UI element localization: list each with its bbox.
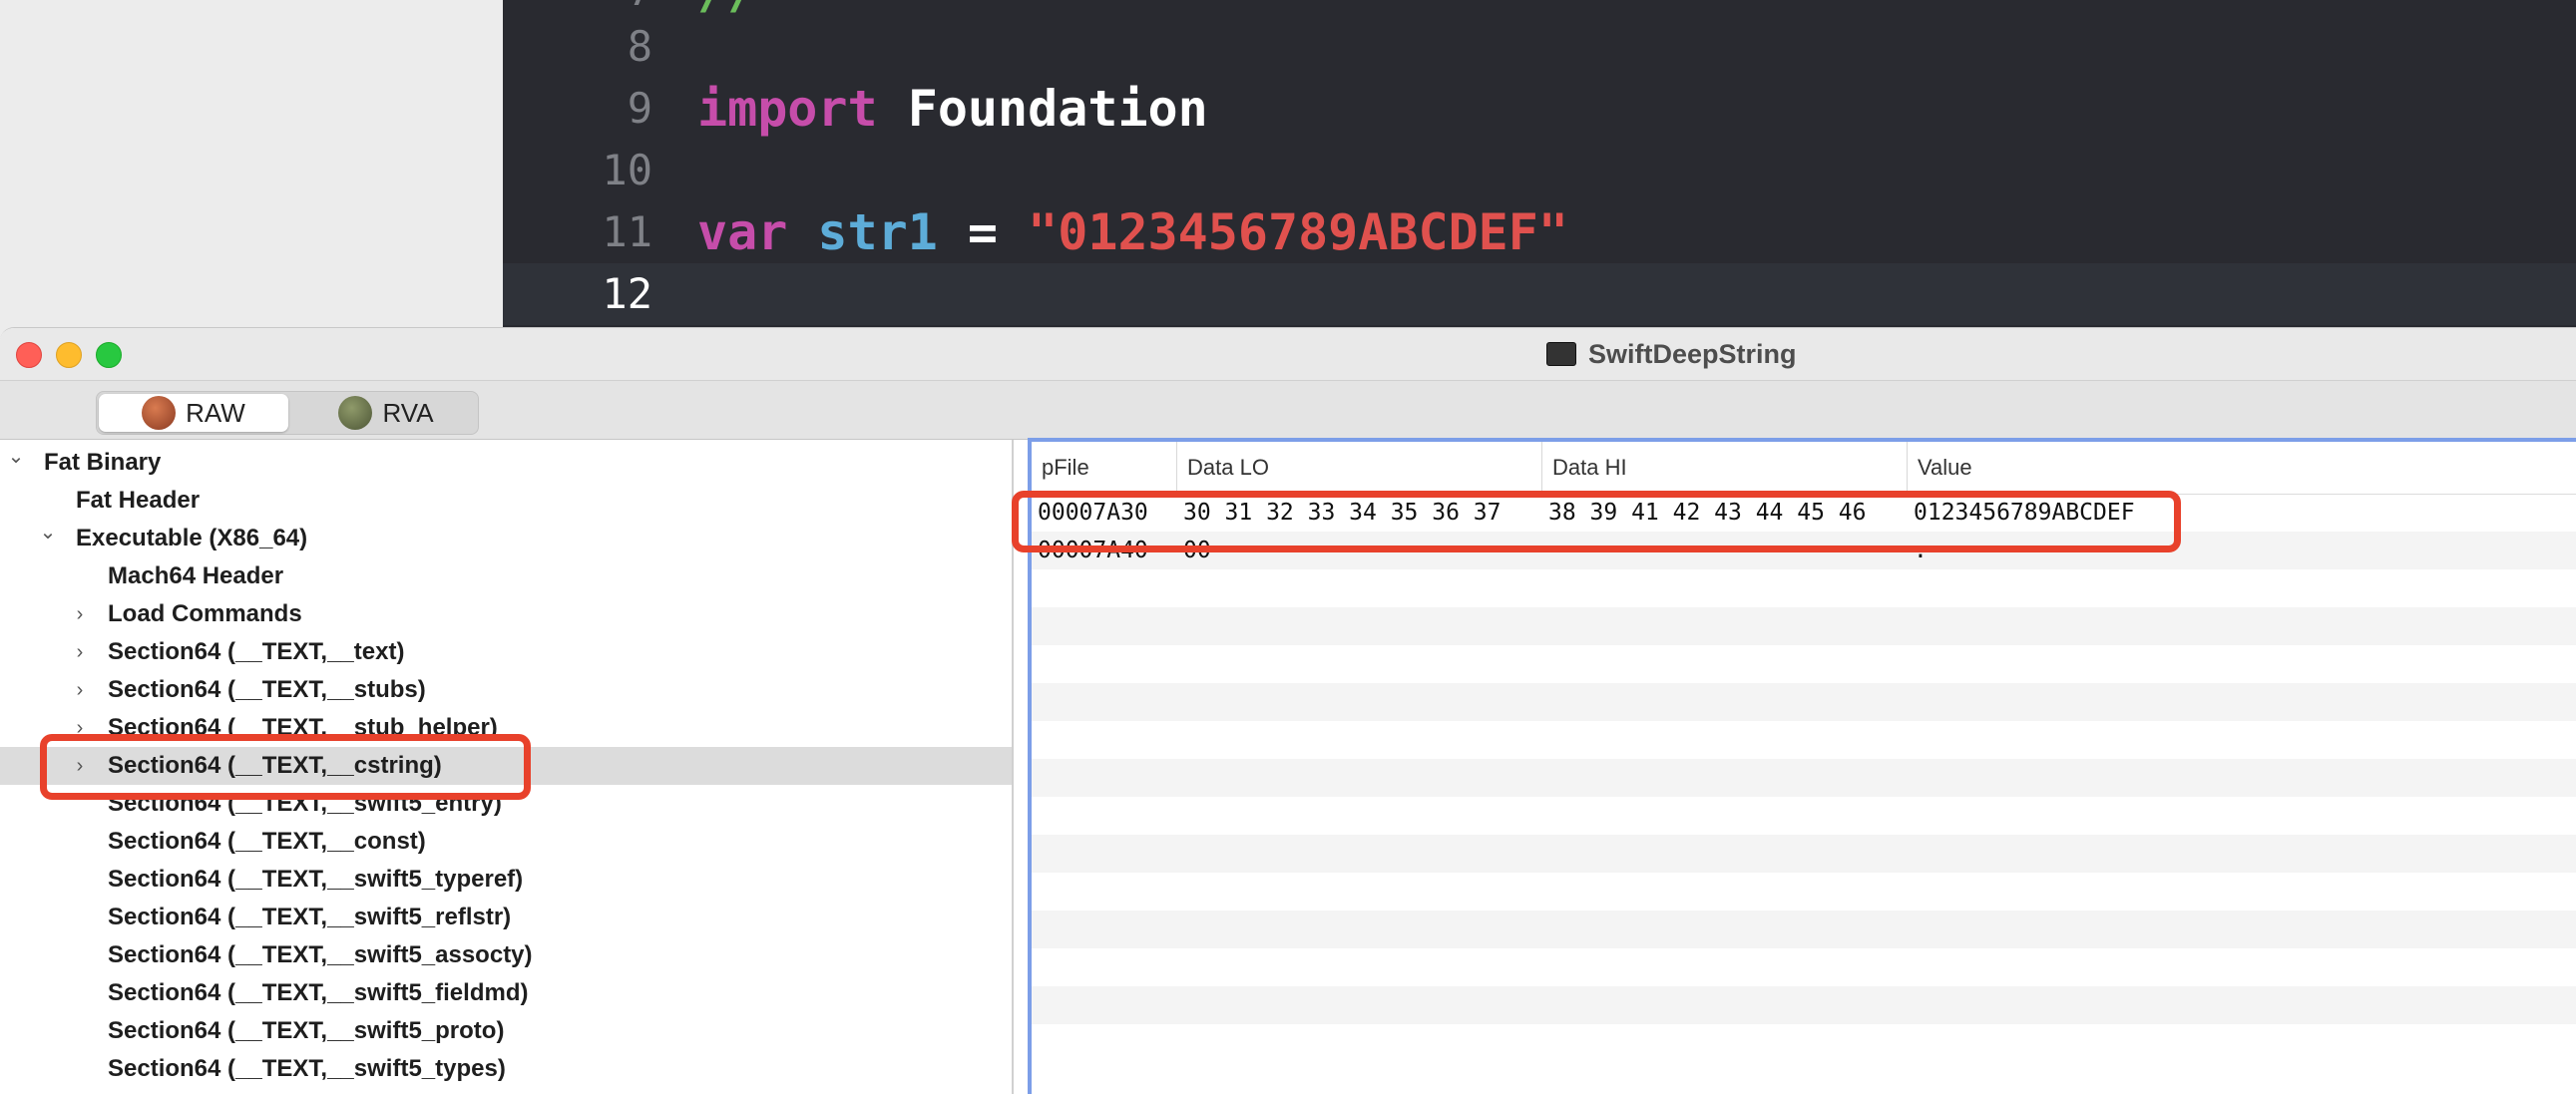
highlight-box-cstring-section bbox=[40, 734, 531, 800]
table-row[interactable] bbox=[1032, 721, 2576, 759]
table-row[interactable] bbox=[1032, 986, 2576, 1024]
line-number: 12 bbox=[602, 269, 652, 318]
column-header-data-lo[interactable]: Data LO bbox=[1177, 442, 1542, 494]
rva-robot-icon bbox=[338, 396, 373, 430]
outline-item[interactable]: ⌄ Executable (X86_64) bbox=[0, 520, 1012, 557]
editor-line[interactable]: 8 bbox=[503, 16, 2576, 78]
table-row[interactable] bbox=[1032, 1024, 2576, 1062]
editor-line[interactable]: 12 bbox=[503, 263, 2576, 325]
outline-item-label: Fat Binary bbox=[44, 449, 162, 476]
window-title: SwiftDeepString bbox=[1546, 336, 1797, 372]
editor-line[interactable]: 9 import Foundation bbox=[503, 78, 2576, 140]
outline-item[interactable]: ⌄ Fat Binary bbox=[0, 444, 1012, 482]
chevron-right-icon[interactable]: › bbox=[70, 595, 90, 633]
outline-item[interactable]: Section64 (__TEXT,__const) bbox=[0, 823, 1012, 861]
outline-item[interactable]: Mach64 Header bbox=[0, 557, 1012, 595]
rva-button[interactable]: RVA bbox=[296, 394, 476, 432]
zoom-button[interactable] bbox=[96, 342, 122, 368]
table-row[interactable] bbox=[1032, 569, 2576, 607]
outline-item[interactable]: Fat Header bbox=[0, 482, 1012, 520]
outline-item[interactable]: Section64 (__TEXT,__swift5_assocty) bbox=[0, 936, 1012, 974]
toolbar: RAW RVA bbox=[0, 381, 2576, 440]
table-row[interactable] bbox=[1032, 683, 2576, 721]
outline-item[interactable]: › Section64 (__TEXT,__stubs) bbox=[0, 671, 1012, 709]
outline-item-label: Section64 (__TEXT,__swift5_typeref) bbox=[108, 866, 524, 893]
code-editor[interactable]: 7//89import Foundation1011var str1 = "01… bbox=[503, 0, 2576, 329]
machoview-window: SwiftDeepString RAW RVA ⌄ Fat Binary Fat H… bbox=[0, 327, 2576, 1094]
table-row[interactable] bbox=[1032, 607, 2576, 645]
raw-label: RAW bbox=[186, 397, 245, 428]
line-number: 8 bbox=[627, 22, 652, 71]
column-header-data-hi[interactable]: Data HI bbox=[1542, 442, 1908, 494]
rva-label: RVA bbox=[382, 397, 434, 428]
window-title-text: SwiftDeepString bbox=[1588, 338, 1797, 369]
chevron-right-icon[interactable]: › bbox=[70, 633, 90, 671]
line-number: 11 bbox=[602, 207, 652, 256]
table-row[interactable] bbox=[1032, 948, 2576, 986]
outline-item-label: Section64 (__TEXT,__swift5_types) bbox=[108, 1055, 506, 1082]
raw-robot-icon bbox=[142, 396, 177, 430]
table-row[interactable] bbox=[1032, 835, 2576, 873]
terminal-icon bbox=[1546, 342, 1576, 366]
line-number: 9 bbox=[627, 84, 652, 133]
line-number: 10 bbox=[602, 146, 652, 194]
highlight-box-string-row bbox=[1012, 491, 2181, 552]
outline-item-label: Section64 (__TEXT,__text) bbox=[108, 638, 405, 665]
outline-item-label: Executable (X86_64) bbox=[76, 525, 308, 551]
editor-line[interactable]: 11 var str1 = "0123456789ABCDEF" bbox=[503, 201, 2576, 263]
outline-item[interactable]: Section64 (__TEXT,__swift5_reflstr) bbox=[0, 899, 1012, 936]
table-row[interactable] bbox=[1032, 759, 2576, 797]
outline-item-label: Section64 (__TEXT,__swift5_reflstr) bbox=[108, 904, 512, 930]
code-token: var bbox=[697, 203, 788, 261]
outline-item-label: Mach64 Header bbox=[108, 562, 284, 589]
outline-item-label: Section64 (__TEXT,__stubs) bbox=[108, 676, 426, 703]
code-token: "0123456789ABCDEF" bbox=[1028, 203, 1568, 261]
table-row[interactable] bbox=[1032, 911, 2576, 948]
code-token: import bbox=[697, 80, 878, 138]
table-header: pFile Data LO Data HI Value bbox=[1032, 442, 2576, 495]
outline-item[interactable]: Section64 (__TEXT,__swift5_proto) bbox=[0, 1012, 1012, 1050]
outline-item[interactable]: Section64 (__TEXT,__swift5_fieldmd) bbox=[0, 974, 1012, 1012]
outline-item-label: Load Commands bbox=[108, 600, 302, 627]
title-bar[interactable]: SwiftDeepString bbox=[0, 328, 2576, 381]
editor-line[interactable]: 10 bbox=[503, 140, 2576, 201]
close-button[interactable] bbox=[16, 342, 42, 368]
outline-item-label: Section64 (__TEXT,__swift5_fieldmd) bbox=[108, 979, 529, 1006]
desktop-background bbox=[0, 0, 503, 329]
table-row[interactable] bbox=[1032, 645, 2576, 683]
outline-item-label: Section64 (__TEXT,__const) bbox=[108, 828, 426, 855]
outline-item[interactable]: Section64 (__TEXT,__swift5_typeref) bbox=[0, 861, 1012, 899]
chevron-right-icon[interactable]: › bbox=[70, 671, 90, 709]
raw-button[interactable]: RAW bbox=[99, 394, 288, 432]
column-header-pfile[interactable]: pFile bbox=[1032, 442, 1177, 494]
outline-item[interactable]: › Load Commands bbox=[0, 595, 1012, 633]
outline-item[interactable]: › Section64 (__TEXT,__text) bbox=[0, 633, 1012, 671]
column-header-value[interactable]: Value bbox=[1908, 442, 2576, 494]
raw-rva-segmented-control: RAW RVA bbox=[96, 391, 479, 435]
code-text: import Foundation bbox=[697, 78, 1208, 140]
table-row[interactable] bbox=[1032, 873, 2576, 911]
code-token: Foundation bbox=[877, 80, 1208, 138]
chevron-down-icon[interactable]: ⌄ bbox=[6, 444, 26, 482]
outline-item[interactable]: Section64 (__TEXT,__swift5_types) bbox=[0, 1050, 1012, 1088]
code-token: str1 bbox=[787, 203, 938, 261]
outline-item-label: Fat Header bbox=[76, 487, 201, 514]
code-text: var str1 = "0123456789ABCDEF" bbox=[697, 201, 1568, 263]
chevron-down-icon[interactable]: ⌄ bbox=[38, 520, 58, 557]
outline-item-label: Section64 (__TEXT,__swift5_assocty) bbox=[108, 941, 533, 968]
table-row[interactable] bbox=[1032, 797, 2576, 835]
minimize-button[interactable] bbox=[56, 342, 82, 368]
code-token: = bbox=[937, 203, 1029, 261]
outline-item-label: Section64 (__TEXT,__swift5_proto) bbox=[108, 1017, 505, 1044]
